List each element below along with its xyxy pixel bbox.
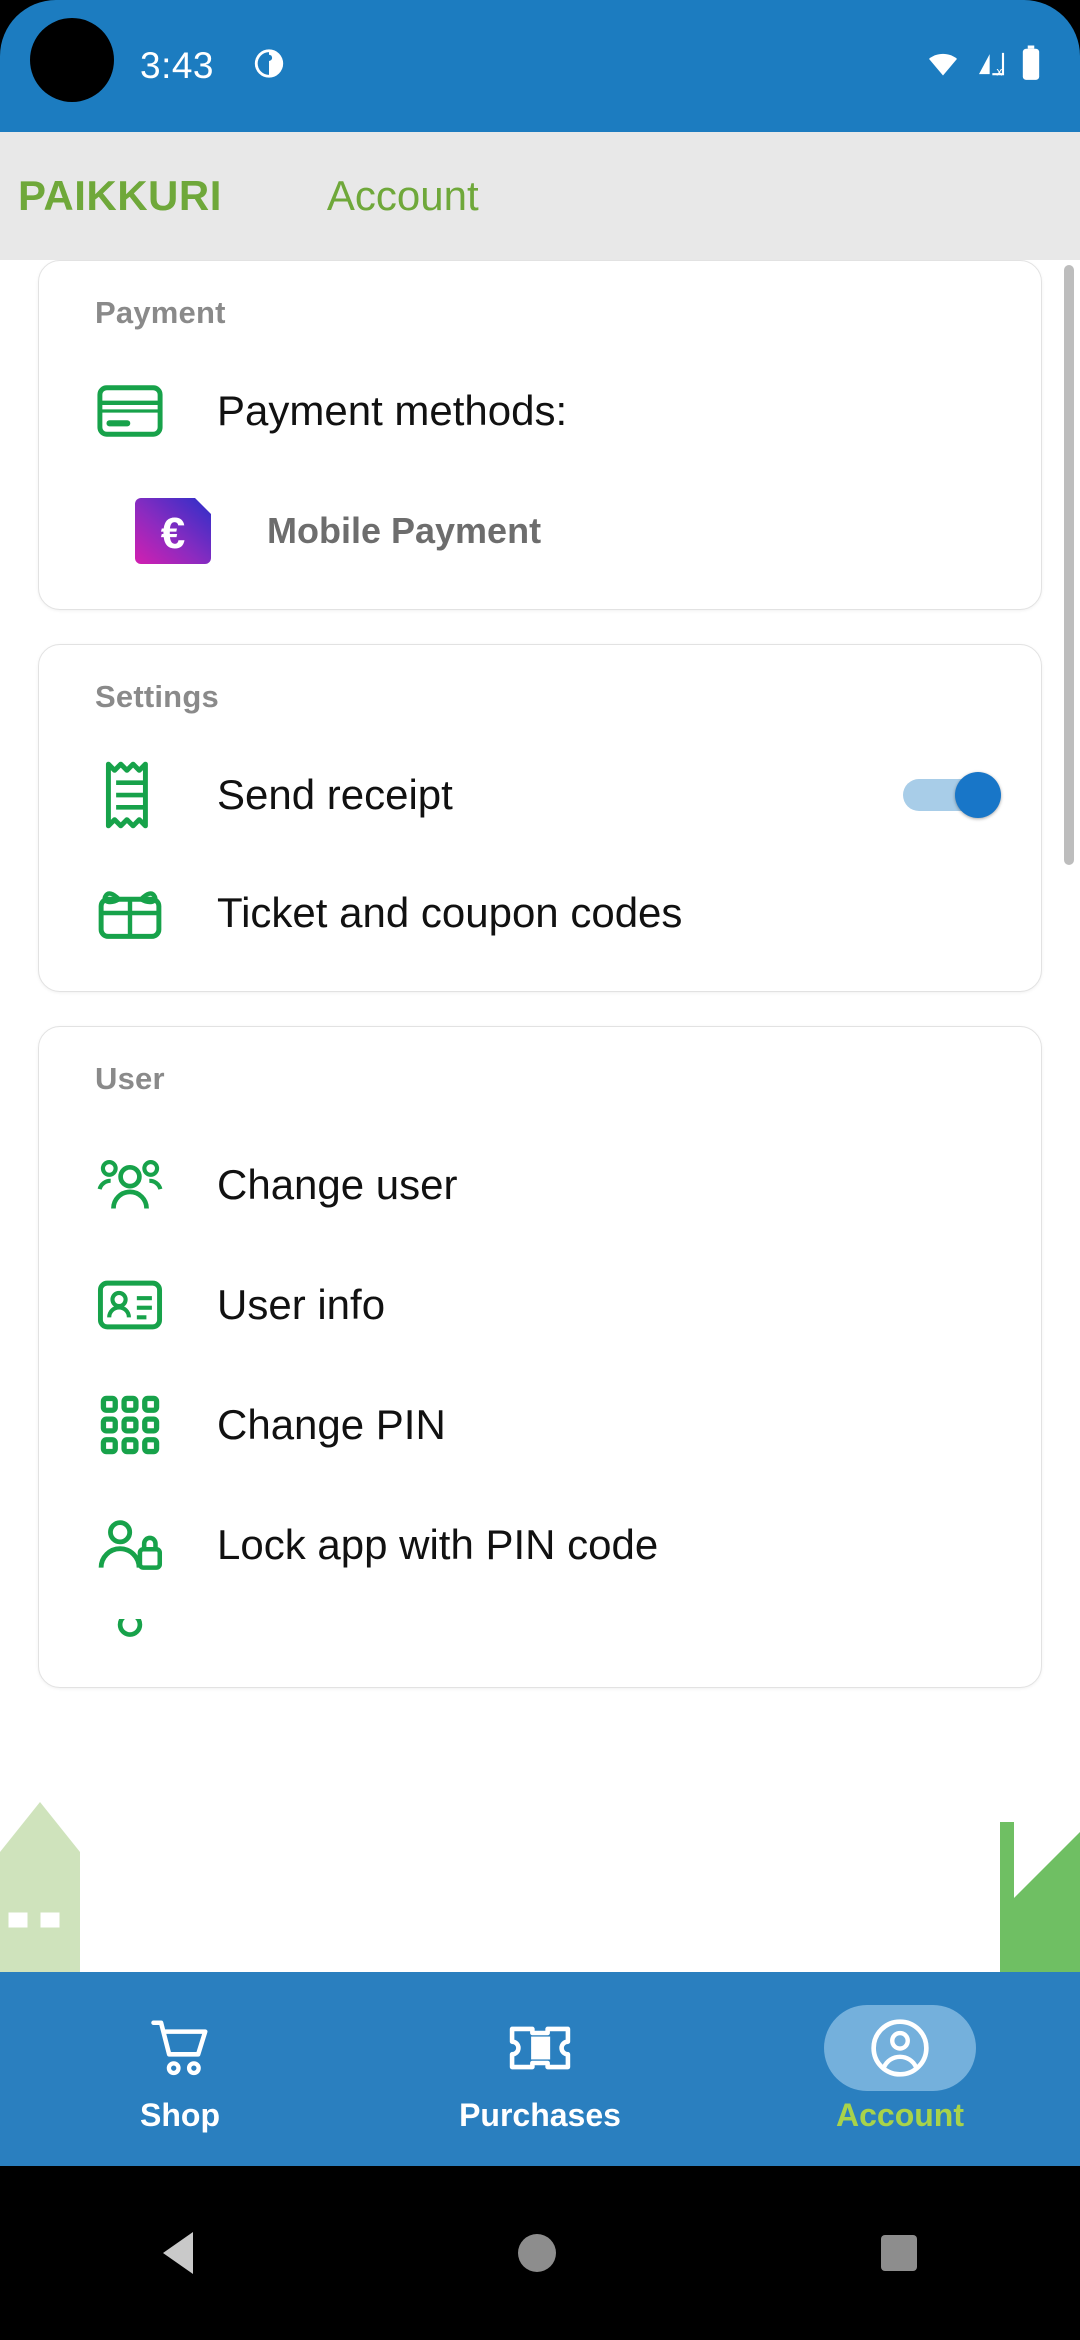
send-receipt-toggle[interactable]: [903, 772, 1001, 818]
row-mobile-payment[interactable]: € Mobile Payment: [39, 485, 1041, 577]
scrollbar-thumb[interactable]: [1064, 265, 1074, 865]
home-circle-icon[interactable]: [517, 2234, 556, 2272]
toggle-knob: [955, 772, 1001, 818]
nav-label-shop: Shop: [140, 2096, 220, 2133]
row-label-ticket-coupon-codes: Ticket and coupon codes: [217, 889, 683, 936]
keypad-icon: [95, 1390, 165, 1460]
row-label-lock-app-pin: Lock app with PIN code: [217, 1521, 659, 1568]
credit-card-icon: [95, 376, 165, 446]
svg-text:€: €: [161, 509, 185, 558]
row-label-change-user: Change user: [217, 1161, 458, 1208]
page-title: Account: [326, 172, 479, 219]
person-lock-icon: [95, 1510, 165, 1580]
status-bar: 3:43 x: [0, 0, 1080, 132]
nav-label-account: Account: [836, 2096, 964, 2133]
app-logo: PAIKKURI: [18, 172, 222, 219]
ticket-icon: [464, 2005, 616, 2091]
gift-card-icon: [95, 878, 165, 948]
wifi-icon: [924, 48, 962, 85]
person-icon-partial: [95, 1619, 165, 1655]
android-system-nav: [0, 2166, 1080, 2340]
account-circle-icon: [824, 2004, 976, 2091]
nav-item-shop[interactable]: Shop: [0, 2005, 360, 2134]
card-payment: Payment Payment methods: € Mobile Paymen…: [38, 260, 1042, 610]
receipt-icon: [95, 760, 165, 830]
cellular-no-sim-icon: x: [972, 48, 1010, 85]
app-bar: PAIKKURI Account: [0, 132, 1080, 260]
background-illustration: [0, 1802, 1080, 1972]
row-change-user[interactable]: Change user: [39, 1139, 1041, 1231]
row-label-payment-methods: Payment methods:: [217, 387, 568, 434]
battery-full-icon: [1020, 45, 1042, 87]
phone-screen: 3:43 x PAIKKURI Account Payment Payment …: [0, 0, 1080, 2340]
status-bar-clock: 3:43: [140, 45, 215, 86]
id-card-icon: [95, 1270, 165, 1340]
row-partially-hidden[interactable]: [39, 1619, 1041, 1655]
row-change-pin[interactable]: Change PIN: [39, 1379, 1041, 1471]
row-lock-app-pin[interactable]: Lock app with PIN code: [39, 1499, 1041, 1591]
nav-label-purchases: Purchases: [459, 2096, 621, 2133]
nav-item-account[interactable]: Account: [720, 2004, 1080, 2134]
row-send-receipt[interactable]: Send receipt: [39, 749, 1041, 841]
row-user-info[interactable]: User info: [39, 1259, 1041, 1351]
camera-punch-hole: [30, 18, 114, 102]
row-label-user-info: User info: [217, 1281, 386, 1328]
bottom-navigation-bar: Shop Purchases Account: [0, 1972, 1080, 2166]
card-title-user: User: [95, 1061, 165, 1096]
row-label-send-receipt: Send receipt: [217, 771, 453, 818]
row-ticket-coupon-codes[interactable]: Ticket and coupon codes: [39, 867, 1041, 959]
people-icon: [95, 1150, 165, 1220]
card-title-payment: Payment: [95, 295, 226, 330]
status-bar-icons: x: [924, 45, 1042, 87]
card-user: User Change user User info Change PIN Lo…: [38, 1026, 1042, 1688]
row-payment-methods[interactable]: Payment methods:: [39, 365, 1041, 457]
svg-text:x: x: [996, 65, 1002, 79]
app-notification-icon: [252, 47, 286, 86]
back-triangle-icon[interactable]: [162, 2232, 193, 2274]
card-title-settings: Settings: [95, 679, 219, 714]
euro-badge-icon: €: [135, 498, 215, 564]
card-settings: Settings Send receipt Ticket and coupon …: [38, 644, 1042, 992]
settings-scroll-area[interactable]: Payment Payment methods: € Mobile Paymen…: [0, 260, 1080, 1972]
recents-square-icon[interactable]: [881, 2235, 918, 2271]
row-label-mobile-payment: Mobile Payment: [267, 510, 542, 551]
nav-item-purchases[interactable]: Purchases: [360, 2005, 720, 2134]
row-label-change-pin: Change PIN: [217, 1401, 446, 1448]
shopping-cart-icon: [104, 2005, 256, 2091]
